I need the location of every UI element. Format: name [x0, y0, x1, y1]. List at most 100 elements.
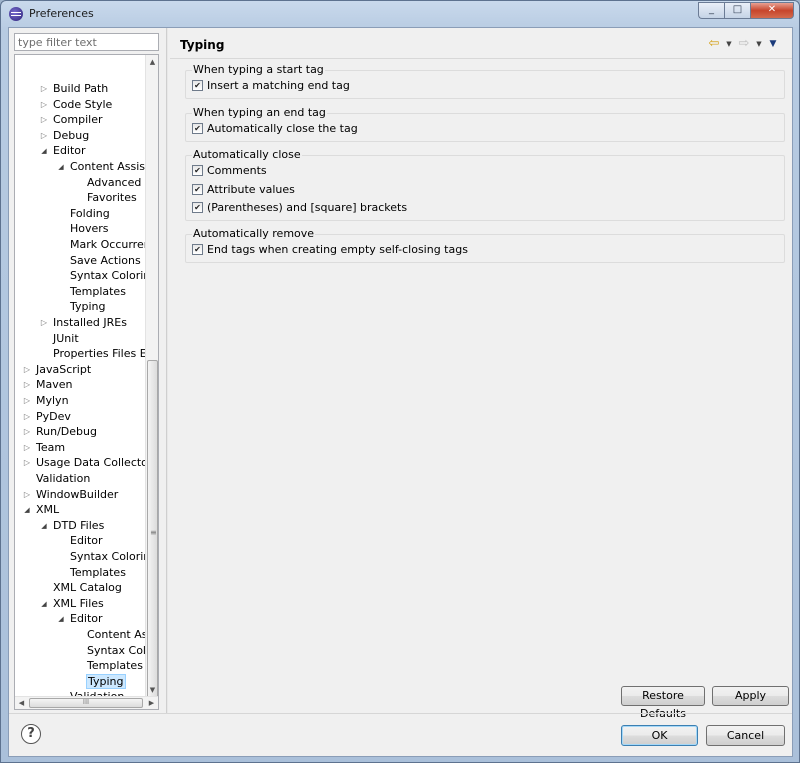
minimize-button[interactable]: _ — [698, 2, 724, 19]
tree-item[interactable]: XML — [15, 502, 145, 518]
expanded-arrow-icon[interactable] — [39, 518, 49, 535]
tree-item[interactable]: JUnit — [15, 331, 145, 347]
close-button[interactable]: ✕ — [750, 2, 794, 19]
tree-item[interactable]: DTD Files — [15, 518, 145, 534]
title-bar[interactable]: Preferences _ □ ✕ — [1, 1, 799, 27]
collapsed-arrow-icon[interactable] — [39, 81, 49, 97]
scroll-thumb[interactable]: ≡ — [147, 360, 158, 708]
collapsed-arrow-icon[interactable] — [22, 440, 32, 456]
tree-item[interactable]: WindowBuilder — [15, 487, 145, 503]
tree-item-label: Usage Data Collector — [36, 456, 145, 470]
tree-item[interactable]: Build Path — [15, 81, 145, 97]
apply-button[interactable]: Apply — [712, 686, 789, 706]
tree-item[interactable]: Installed JREs — [15, 315, 145, 331]
view-menu-icon[interactable]: ▼ — [766, 36, 780, 52]
tree-item[interactable]: JavaScript — [15, 362, 145, 378]
restore-defaults-button[interactable]: Restore Defaults — [621, 686, 705, 720]
tree-item[interactable]: Syntax Coloring — [15, 549, 145, 565]
checkbox[interactable] — [192, 80, 203, 91]
tree-item-label: Code Style — [53, 97, 113, 111]
tree-item[interactable]: Typing — [15, 673, 145, 690]
scroll-up-icon[interactable]: ▲ — [146, 55, 158, 69]
back-arrow-icon[interactable]: ⇦ — [706, 36, 722, 52]
tree-item[interactable]: Templates — [15, 565, 145, 581]
tree-item-label: Content Assist — [70, 160, 145, 173]
filter-input[interactable] — [14, 33, 159, 51]
collapsed-arrow-icon[interactable] — [22, 409, 32, 425]
collapsed-arrow-icon[interactable] — [39, 97, 49, 113]
tree-item[interactable]: Typing — [15, 299, 145, 315]
tree-item[interactable]: Editor — [15, 143, 145, 159]
expanded-arrow-icon[interactable] — [22, 502, 32, 519]
tree-item[interactable]: Favorites — [15, 190, 145, 206]
tree-item[interactable]: XML Files — [15, 596, 145, 612]
forward-dropdown-icon[interactable]: ▼ — [754, 36, 764, 52]
group-title: When typing a start tag — [192, 63, 325, 77]
expanded-arrow-icon[interactable] — [39, 143, 49, 160]
tree-item[interactable]: Validation — [15, 471, 145, 487]
ok-button[interactable]: OK — [621, 725, 698, 746]
option-row[interactable]: Attribute values — [192, 182, 295, 197]
expanded-arrow-icon[interactable] — [56, 611, 66, 628]
option-row[interactable]: Comments — [192, 163, 267, 178]
tree-item[interactable]: Mark Occurrences — [15, 237, 145, 253]
tree-item[interactable]: Mylyn — [15, 393, 145, 409]
checkbox[interactable] — [192, 202, 203, 213]
tree-item[interactable]: Maven — [15, 377, 145, 393]
tree-item[interactable]: Run/Debug — [15, 424, 145, 440]
checkbox[interactable] — [192, 165, 203, 176]
collapsed-arrow-icon[interactable] — [39, 315, 49, 331]
tree-item[interactable]: Code Style — [15, 97, 145, 113]
help-icon[interactable]: ? — [21, 724, 41, 744]
tree-item[interactable]: Usage Data Collector — [15, 455, 145, 471]
option-row[interactable]: Insert a matching end tag — [192, 78, 350, 93]
tree-item[interactable]: Templates — [15, 658, 145, 674]
collapsed-arrow-icon[interactable] — [22, 424, 32, 440]
tree-item[interactable]: XML Catalog — [15, 580, 145, 596]
expanded-arrow-icon[interactable] — [39, 596, 49, 613]
scroll-right-icon[interactable]: ▶ — [145, 697, 158, 709]
collapsed-arrow-icon[interactable] — [22, 393, 32, 409]
maximize-button[interactable]: □ — [724, 2, 750, 19]
tree-item[interactable]: Save Actions — [15, 253, 145, 269]
option-row[interactable]: (Parentheses) and [square] brackets — [192, 200, 407, 215]
tree-item[interactable]: Syntax Coloring — [15, 643, 145, 659]
hscroll-thumb[interactable]: III — [29, 698, 143, 708]
cancel-button[interactable]: Cancel — [706, 725, 785, 746]
tree-item[interactable]: Editor — [15, 611, 145, 627]
tree-item[interactable]: Templates — [15, 284, 145, 300]
tree-item-label: Typing — [86, 673, 126, 689]
collapsed-arrow-icon[interactable] — [22, 455, 32, 471]
tree-item[interactable]: PyDev — [15, 409, 145, 425]
collapsed-arrow-icon[interactable] — [22, 487, 32, 503]
tree-item[interactable]: Hovers — [15, 221, 145, 237]
forward-arrow-icon[interactable]: ⇨ — [736, 36, 752, 52]
back-dropdown-icon[interactable]: ▼ — [724, 36, 734, 52]
tree-item[interactable]: Content Assist — [15, 627, 145, 643]
tree-item[interactable]: Folding — [15, 206, 145, 222]
collapsed-arrow-icon[interactable] — [22, 362, 32, 378]
checkbox[interactable] — [192, 244, 203, 255]
tree-item[interactable]: Syntax Coloring — [15, 268, 145, 284]
tree-item[interactable]: Advanced — [15, 175, 145, 191]
checkbox[interactable] — [192, 123, 203, 134]
collapsed-arrow-icon[interactable] — [39, 128, 49, 144]
collapsed-arrow-icon[interactable] — [22, 377, 32, 393]
option-row[interactable]: End tags when creating empty self-closin… — [192, 242, 468, 257]
collapsed-arrow-icon[interactable] — [39, 112, 49, 128]
scroll-down-icon[interactable]: ▼ — [146, 683, 158, 697]
tree-item[interactable]: Properties Files Editor — [15, 346, 145, 362]
tree-horizontal-scrollbar[interactable]: ◀ III ▶ — [15, 696, 158, 709]
expanded-arrow-icon[interactable] — [56, 159, 66, 176]
pane-sash[interactable] — [166, 28, 168, 713]
tree-item[interactable]: Content Assist — [15, 159, 145, 175]
scroll-left-icon[interactable]: ◀ — [15, 697, 28, 709]
checkbox[interactable] — [192, 183, 203, 195]
tree-item[interactable]: Debug — [15, 128, 145, 144]
tree-item[interactable]: Editor — [15, 533, 145, 549]
tree-vertical-scrollbar[interactable]: ▲ ≡ ▼ — [145, 55, 158, 708]
tree-item[interactable]: Compiler — [15, 112, 145, 128]
tree-item-label: Validation — [36, 472, 91, 485]
option-row[interactable]: Automatically close the tag — [192, 121, 358, 136]
tree-item[interactable]: Team — [15, 440, 145, 456]
